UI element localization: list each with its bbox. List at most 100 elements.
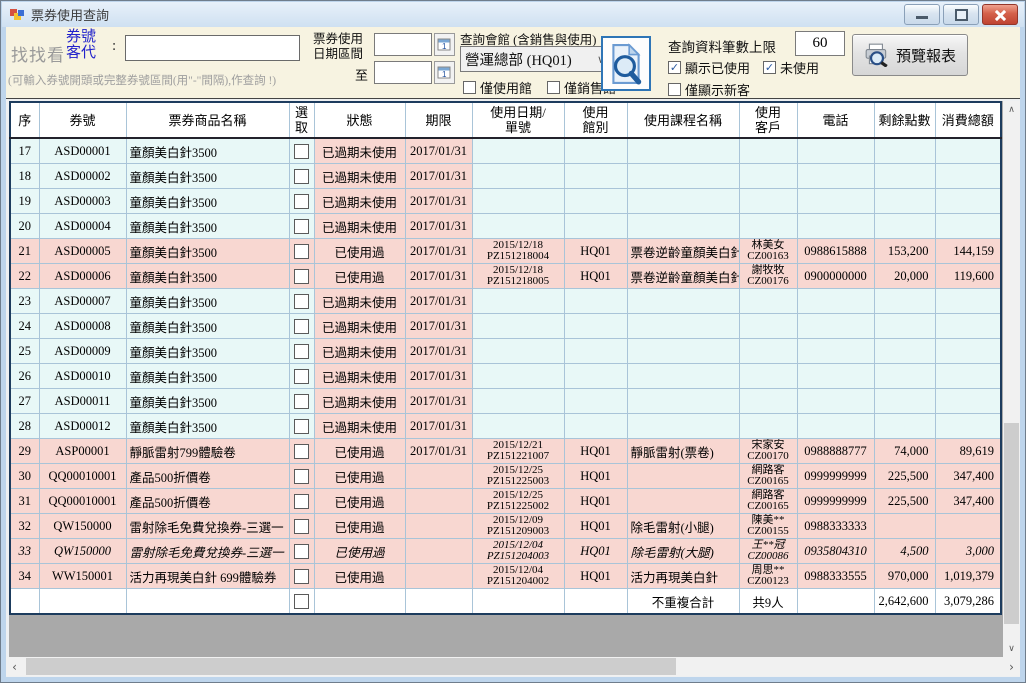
- cell-course: [627, 189, 739, 214]
- table-row: 19ASD00003童顏美白針3500已過期未使用2017/01/31: [10, 189, 1001, 214]
- row-checkbox[interactable]: [294, 369, 309, 384]
- col-header-voucher: 券號: [39, 102, 126, 138]
- row-checkbox[interactable]: [294, 344, 309, 359]
- minimize-button[interactable]: [904, 4, 940, 25]
- table-row: 32QW150000雷射除毛免費兌換券-三選一已使用過2015/12/09PZ1…: [10, 514, 1001, 539]
- cell-product: 童顏美白針3500: [126, 389, 289, 414]
- cell-total: [935, 364, 1001, 389]
- cell-expiry: 2017/01/31: [405, 164, 472, 189]
- cell-branch: HQ01: [564, 264, 627, 289]
- voucher-or-customer-link[interactable]: 券號 客代: [66, 29, 96, 61]
- cell-points: 225,500: [874, 464, 935, 489]
- cell-use: [472, 339, 564, 364]
- query-button[interactable]: [601, 36, 651, 91]
- row-checkbox[interactable]: [294, 594, 309, 609]
- table-row: 29ASP00001靜脈雷射799體驗卷已使用過2017/01/312015/1…: [10, 439, 1001, 464]
- summary-cell-total: 3,079,286: [935, 589, 1001, 615]
- cell-points: 74,000: [874, 439, 935, 464]
- row-checkbox[interactable]: [294, 444, 309, 459]
- cell-course: 除毛雷射(大腿): [627, 539, 739, 564]
- col-header-customer: 使用客戶: [739, 102, 797, 138]
- cell-total: 3,000: [935, 539, 1001, 564]
- row-checkbox[interactable]: [294, 144, 309, 159]
- horizontal-scroll-thumb[interactable]: [26, 658, 676, 675]
- cell-check: [289, 389, 314, 414]
- cell-seq: 17: [10, 138, 39, 164]
- row-checkbox[interactable]: [294, 294, 309, 309]
- cell-points: [874, 289, 935, 314]
- venue-select[interactable]: 營運總部 (HQ01) ∨: [460, 46, 610, 72]
- cell-expiry: 2017/01/31: [405, 239, 472, 264]
- checkbox-box: [463, 81, 476, 94]
- row-checkbox[interactable]: [294, 544, 309, 559]
- row-checkbox[interactable]: [294, 319, 309, 334]
- cell-status: 已過期未使用: [314, 389, 405, 414]
- preview-report-button[interactable]: 預覽報表: [852, 34, 968, 76]
- row-checkbox[interactable]: [294, 244, 309, 259]
- row-checkbox[interactable]: [294, 494, 309, 509]
- voucher-search-input[interactable]: [125, 35, 300, 61]
- cell-status: 已過期未使用: [314, 314, 405, 339]
- row-checkbox[interactable]: [294, 219, 309, 234]
- maximize-button[interactable]: [943, 4, 979, 25]
- cell-seq: 20: [10, 214, 39, 239]
- cell-phone: 0988333333: [797, 514, 874, 539]
- scroll-up-icon[interactable]: ∧: [1003, 101, 1020, 118]
- cell-voucher: ASD00001: [39, 138, 126, 164]
- cell-expiry: [405, 539, 472, 564]
- vertical-scroll-thumb[interactable]: [1004, 423, 1019, 623]
- col-header-points: 剩餘點數: [874, 102, 935, 138]
- cell-use: [472, 414, 564, 439]
- cell-points: [874, 339, 935, 364]
- row-checkbox[interactable]: [294, 419, 309, 434]
- checkbox-use-branch-only[interactable]: 僅使用館: [463, 78, 532, 97]
- cell-product: 童顏美白針3500: [126, 339, 289, 364]
- close-icon: [994, 9, 1006, 21]
- cell-status: 已使用過: [314, 514, 405, 539]
- cell-voucher: ASD00009: [39, 339, 126, 364]
- date-from-input[interactable]: [374, 33, 432, 56]
- cell-check: [289, 314, 314, 339]
- limit-input[interactable]: [795, 31, 845, 56]
- cell-status: 已過期未使用: [314, 138, 405, 164]
- cell-expiry: [405, 514, 472, 539]
- cell-branch: [564, 364, 627, 389]
- cell-seq: 19: [10, 189, 39, 214]
- cell-product: 產品500折價卷: [126, 464, 289, 489]
- horizontal-scrollbar[interactable]: ‹ ›: [6, 657, 1020, 676]
- table-row: 18ASD00002童顏美白針3500已過期未使用2017/01/31: [10, 164, 1001, 189]
- cell-use: [472, 189, 564, 214]
- date-to-input[interactable]: [374, 61, 432, 84]
- table-row: 20ASD00004童顏美白針3500已過期未使用2017/01/31: [10, 214, 1001, 239]
- checkbox-new-customers-only[interactable]: 僅顯示新客: [668, 80, 750, 99]
- row-checkbox[interactable]: [294, 569, 309, 584]
- search-document-icon: [608, 43, 644, 85]
- scroll-down-icon[interactable]: ∨: [1003, 640, 1020, 657]
- calendar-icon: 1: [437, 37, 452, 52]
- row-checkbox[interactable]: [294, 469, 309, 484]
- date-to-picker-button[interactable]: 1: [434, 61, 455, 84]
- cell-product: 產品500折價卷: [126, 489, 289, 514]
- row-checkbox[interactable]: [294, 269, 309, 284]
- checkbox-show-used[interactable]: ✓ 顯示已使用: [668, 58, 750, 77]
- cell-points: [874, 189, 935, 214]
- row-checkbox[interactable]: [294, 394, 309, 409]
- col-header-phone: 電話: [797, 102, 874, 138]
- cell-points: 153,200: [874, 239, 935, 264]
- close-button[interactable]: [982, 4, 1018, 25]
- venue-selected-value: 營運總部 (HQ01): [465, 49, 572, 70]
- date-from-picker-button[interactable]: 1: [434, 33, 455, 56]
- cell-voucher: QW150000: [39, 539, 126, 564]
- cell-seq: 32: [10, 514, 39, 539]
- print-preview-icon: [864, 43, 890, 67]
- cell-branch: HQ01: [564, 439, 627, 464]
- scroll-right-icon[interactable]: ›: [1003, 657, 1020, 676]
- row-checkbox[interactable]: [294, 194, 309, 209]
- row-checkbox[interactable]: [294, 169, 309, 184]
- scroll-left-icon[interactable]: ‹: [6, 657, 23, 676]
- cell-branch: HQ01: [564, 564, 627, 589]
- cell-phone: [797, 164, 874, 189]
- checkbox-unused[interactable]: ✓ 未使用: [763, 58, 819, 77]
- row-checkbox[interactable]: [294, 519, 309, 534]
- vertical-scrollbar[interactable]: ∧ ∨: [1003, 101, 1020, 657]
